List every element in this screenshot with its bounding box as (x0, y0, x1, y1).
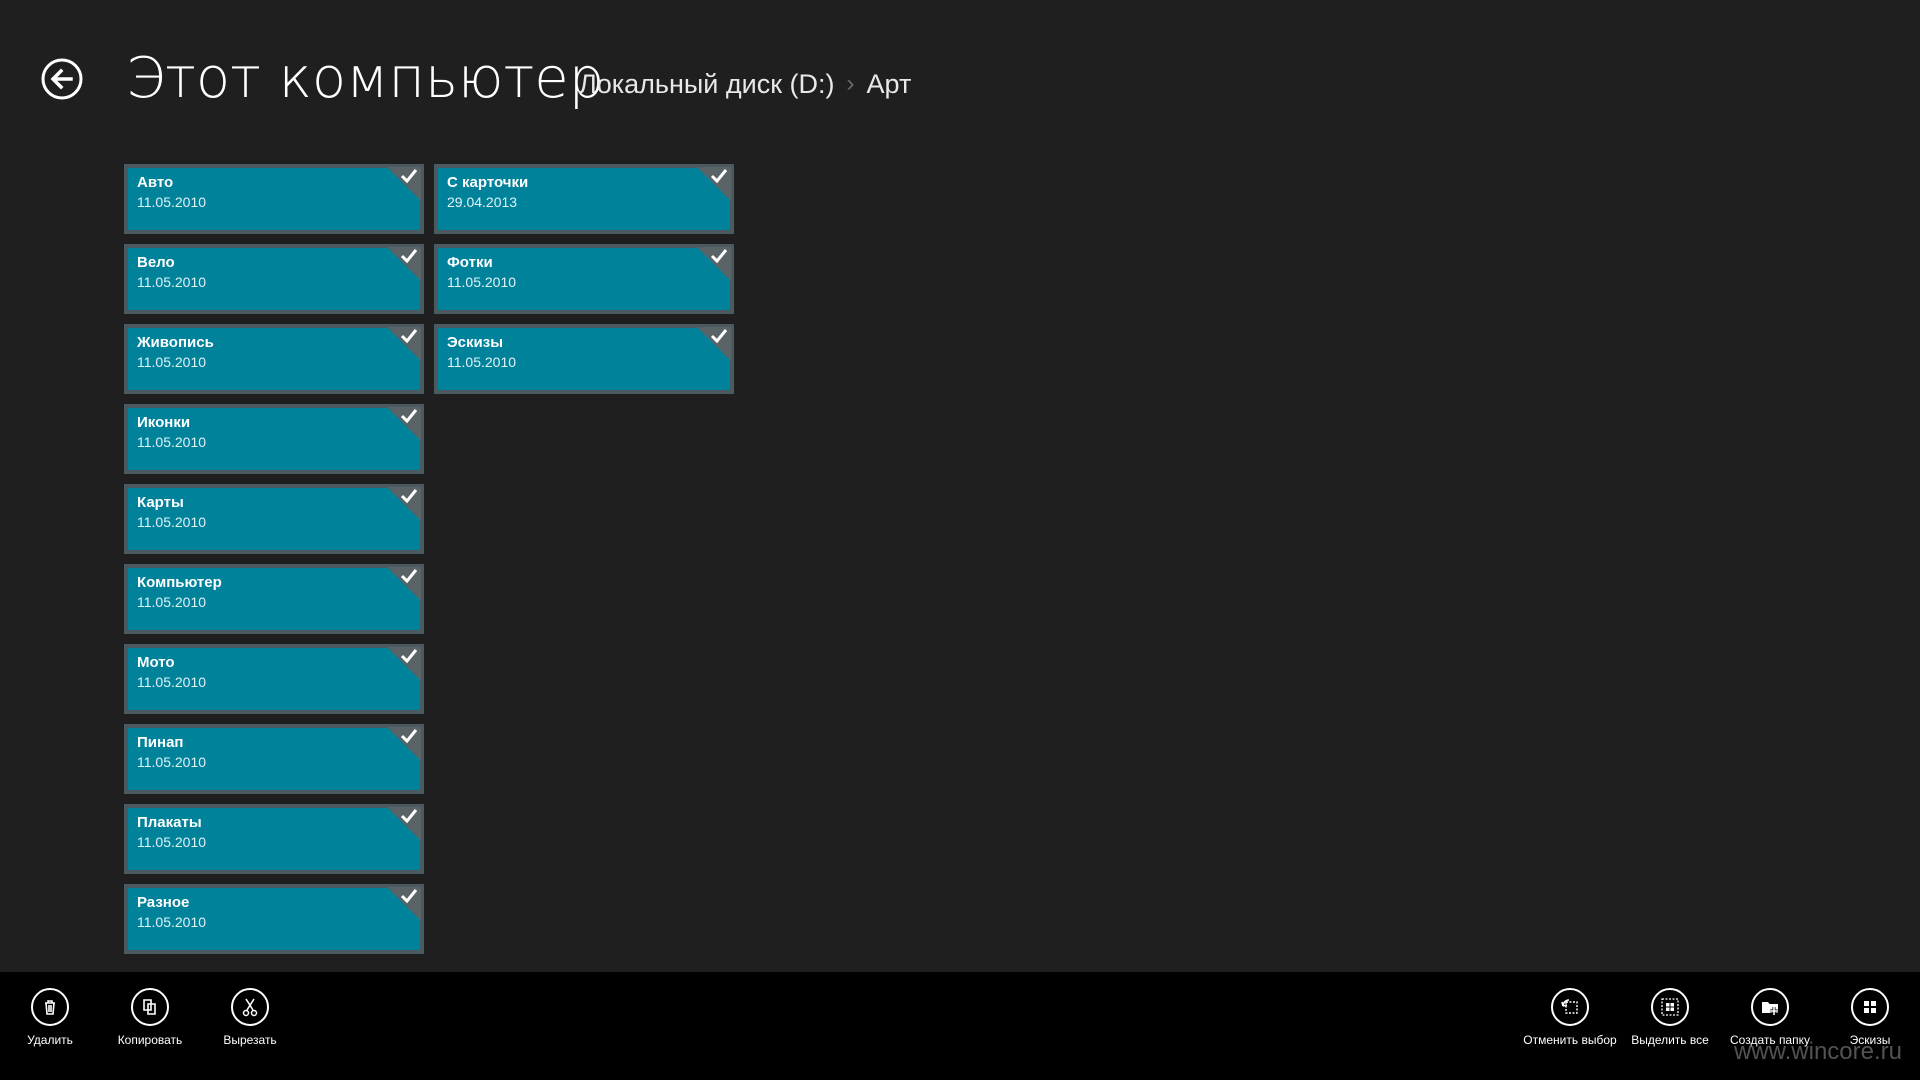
checkmark-icon (400, 888, 418, 904)
folder-tile[interactable]: Карты 11.05.2010 (124, 484, 424, 554)
folder-name: Иконки (137, 414, 191, 431)
checkmark-icon (400, 248, 418, 264)
checkmark-icon (710, 328, 728, 344)
back-arrow-icon (41, 58, 83, 100)
folder-name: Разное (137, 894, 190, 911)
select-all-icon (1651, 988, 1689, 1026)
folder-tile[interactable]: Фотки 11.05.2010 (434, 244, 734, 314)
folder-name: Эскизы (447, 334, 504, 351)
breadcrumb-item-art[interactable]: Арт (867, 69, 912, 100)
scissors-icon (231, 988, 269, 1026)
folder-date: 11.05.2010 (137, 354, 207, 370)
clear-selection-button[interactable]: Отменить выбор (1520, 988, 1620, 1048)
folder-date: 11.05.2010 (137, 274, 207, 290)
folder-name: Авто (137, 174, 174, 191)
thumbnails-icon (1851, 988, 1889, 1026)
folder-name: С карточки (447, 174, 529, 191)
folder-tile[interactable]: Плакаты 11.05.2010 (124, 804, 424, 874)
checkmark-icon (400, 648, 418, 664)
clear-selection-label: Отменить выбор (1523, 1033, 1617, 1047)
folder-name: Пинап (137, 734, 184, 751)
copy-button[interactable]: Копировать (100, 988, 200, 1048)
select-all-label: Выделить все (1631, 1033, 1709, 1047)
back-button[interactable] (41, 58, 83, 100)
header: Этот компьютер Локальный диск (D:) › Арт (0, 0, 1920, 160)
folder-tile[interactable]: Эскизы 11.05.2010 (434, 324, 734, 394)
folder-tile[interactable]: Пинап 11.05.2010 (124, 724, 424, 794)
cut-button[interactable]: Вырезать (200, 988, 300, 1048)
app-bar: Удалить Копировать Вырезать Отменить выб… (0, 972, 1920, 1080)
folder-tile[interactable]: С карточки 29.04.2013 (434, 164, 734, 234)
checkmark-icon (400, 168, 418, 184)
page-title: Этот компьютер (126, 46, 605, 111)
watermark: www.wincore.ru (1733, 1038, 1902, 1065)
folder-tile[interactable]: Авто 11.05.2010 (124, 164, 424, 234)
folder-tile[interactable]: Вело 11.05.2010 (124, 244, 424, 314)
copy-label: Копировать (117, 1033, 183, 1047)
folder-name: Карты (137, 494, 184, 511)
folder-date: 11.05.2010 (137, 594, 207, 610)
select-all-button[interactable]: Выделить все (1620, 988, 1720, 1048)
folder-date: 11.05.2010 (137, 674, 207, 690)
checkmark-icon (400, 328, 418, 344)
checkmark-icon (400, 408, 418, 424)
cut-label: Вырезать (223, 1033, 277, 1047)
folder-name: Компьютер (137, 574, 222, 591)
delete-button[interactable]: Удалить (0, 988, 100, 1048)
folder-date: 11.05.2010 (137, 834, 207, 850)
folder-date: 29.04.2013 (447, 194, 518, 210)
undo-selection-icon (1551, 988, 1589, 1026)
folder-tile[interactable]: Разное 11.05.2010 (124, 884, 424, 954)
folder-date: 11.05.2010 (137, 754, 207, 770)
checkmark-icon (710, 168, 728, 184)
folder-name: Вело (137, 254, 175, 271)
breadcrumb: Локальный диск (D:) › Арт (579, 64, 911, 104)
folder-tile[interactable]: Мото 11.05.2010 (124, 644, 424, 714)
folder-date: 11.05.2010 (447, 274, 517, 290)
folder-tile[interactable]: Живопись 11.05.2010 (124, 324, 424, 394)
folder-date: 11.05.2010 (137, 194, 207, 210)
folder-tile[interactable]: Компьютер 11.05.2010 (124, 564, 424, 634)
folder-name: Фотки (447, 254, 493, 271)
copy-icon (131, 988, 169, 1026)
breadcrumb-separator: › (846, 70, 855, 97)
folder-date: 11.05.2010 (137, 914, 207, 930)
checkmark-icon (400, 488, 418, 504)
new-folder-icon (1751, 988, 1789, 1026)
folder-date: 11.05.2010 (447, 354, 517, 370)
trash-icon (31, 988, 69, 1026)
folder-date: 11.05.2010 (137, 434, 207, 450)
folder-name: Мото (137, 654, 175, 671)
delete-label: Удалить (27, 1033, 73, 1047)
checkmark-icon (400, 728, 418, 744)
folder-name: Плакаты (137, 814, 202, 831)
checkmark-icon (400, 808, 418, 824)
checkmark-icon (400, 568, 418, 584)
folder-name: Живопись (137, 334, 214, 351)
breadcrumb-item-local-disk[interactable]: Локальный диск (D:) (579, 69, 835, 100)
folder-tile[interactable]: Иконки 11.05.2010 (124, 404, 424, 474)
checkmark-icon (710, 248, 728, 264)
folder-date: 11.05.2010 (137, 514, 207, 530)
